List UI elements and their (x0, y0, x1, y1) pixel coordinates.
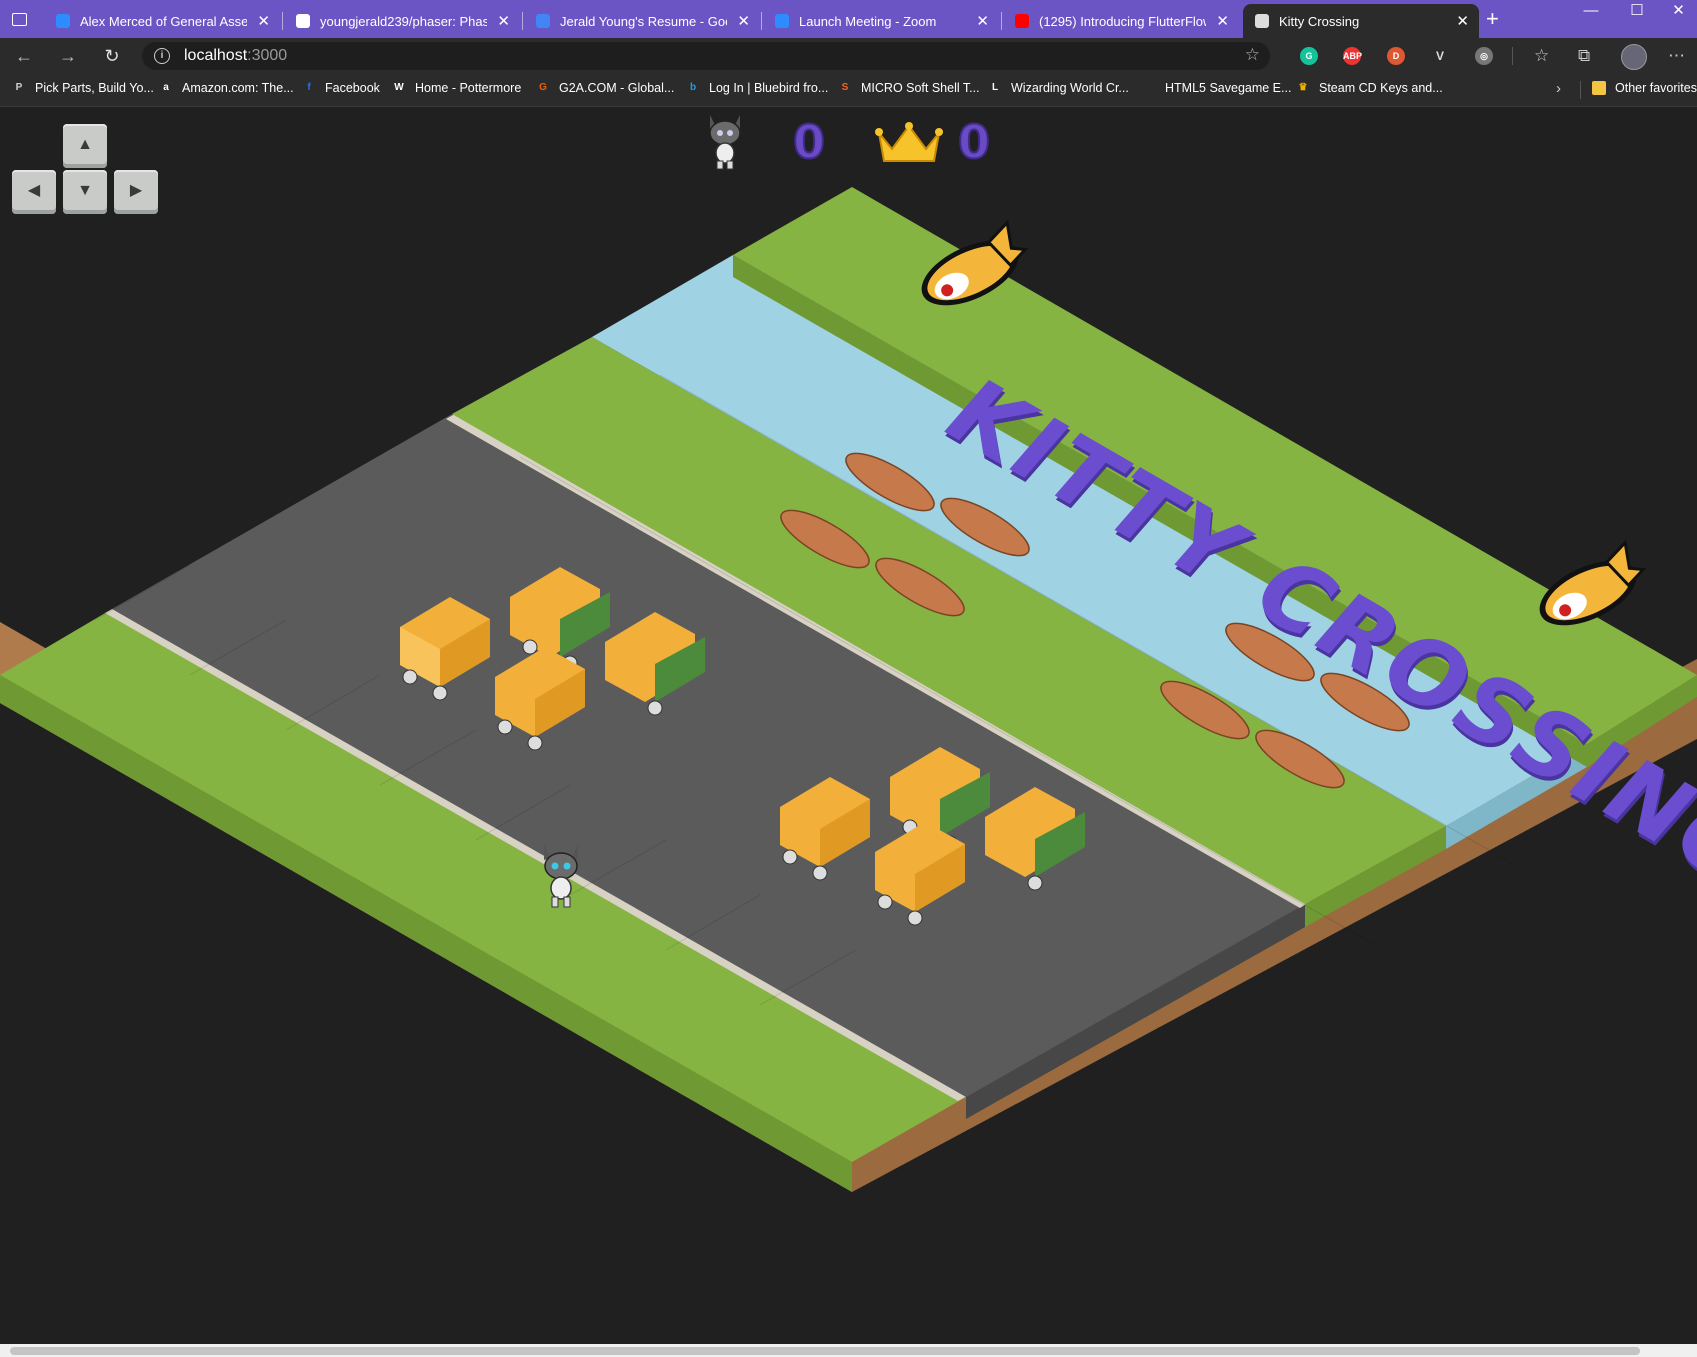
close-tab-icon[interactable]: ✕ (1456, 12, 1469, 30)
close-tab-icon[interactable]: ✕ (257, 12, 270, 30)
bluebird-icon: b (689, 82, 697, 93)
bookmark-label: Facebook (325, 81, 380, 95)
forward-button[interactable]: → (54, 44, 82, 68)
url-port: :3000 (247, 47, 288, 64)
profile-avatar[interactable] (1621, 44, 1647, 70)
bookmark-item[interactable]: P Pick Parts, Build Yo... (12, 81, 154, 95)
crown-icon: ♛ (1298, 82, 1308, 93)
bookmark-item[interactable]: G G2A.COM - Global... (536, 81, 674, 95)
micro-icon: S (841, 82, 849, 93)
tab-actions-menu-icon[interactable] (12, 13, 27, 26)
close-tab-icon[interactable]: ✕ (497, 12, 510, 30)
tab-zoom[interactable]: Launch Meeting - Zoom ✕ (763, 4, 999, 38)
bookmarks-bar: P Pick Parts, Build Yo... a Amazon.com: The… (0, 74, 1697, 107)
bookmark-label: Pick Parts, Build Yo... (35, 81, 154, 95)
tab-zoom[interactable]: Alex Merced of General Assembl ✕ (44, 4, 280, 38)
url-text[interactable]: localhost:3000 (184, 47, 287, 65)
github-icon (296, 14, 310, 28)
refresh-button[interactable]: ↻ (98, 44, 126, 68)
tab-separator (1001, 12, 1002, 30)
bookmark-item[interactable]: a Amazon.com: The... (159, 81, 294, 95)
bookmark-label: G2A.COM - Global... (559, 81, 675, 95)
grammarly-extension-icon[interactable]: G (1300, 47, 1318, 65)
tab-youtube[interactable]: (1295) Introducing FlutterFlow - ✕ (1003, 4, 1239, 38)
bookmark-item[interactable]: HTML5 Savegame E... (1142, 81, 1291, 95)
settings-menu-icon[interactable]: ⋯ (1668, 46, 1685, 66)
bookmark-item[interactable]: L Wizarding World Cr... (988, 81, 1129, 95)
tab-title: youngjerald239/phaser: Phaser i (320, 13, 488, 29)
address-bar: ← → ↻ i localhost:3000 ☆ G ABP D V ◎ ☆ ⧉… (0, 38, 1697, 74)
toolbar-divider (1512, 47, 1513, 65)
tab-google-docs[interactable]: Jerald Young's Resume - Google ✕ (524, 4, 760, 38)
url-host: localhost (184, 47, 248, 64)
bookmark-item[interactable]: f Facebook (302, 81, 380, 95)
zoom-icon (56, 14, 70, 28)
close-tab-icon[interactable]: ✕ (976, 12, 989, 30)
url-field[interactable]: i localhost:3000 ☆ (142, 42, 1270, 70)
bookmark-item[interactable]: S MICRO Soft Shell T... (838, 81, 980, 95)
favorites-icon[interactable]: ☆ (1534, 46, 1549, 66)
google-docs-icon (536, 14, 550, 28)
site-info-icon[interactable]: i (154, 48, 170, 64)
bookmark-item[interactable]: b Log In | Bluebird fro... (686, 81, 828, 95)
tab-separator (761, 12, 762, 30)
bookmark-label: Amazon.com: The... (182, 81, 294, 95)
bookmarks-overflow-chevron-icon[interactable]: › (1556, 80, 1561, 97)
minimize-button[interactable]: — (1568, 0, 1614, 24)
tab-title: Jerald Young's Resume - Google (560, 13, 727, 29)
bookmark-label: MICRO Soft Shell T... (861, 81, 980, 95)
game-page: ▲ ◀ ▼ ▶ 0 0 KITTY CROSSING (0, 107, 1697, 1344)
add-favorite-icon[interactable]: ☆ (1245, 45, 1260, 65)
collections-icon[interactable]: ⧉ (1578, 46, 1590, 66)
pottermore-icon: W (394, 82, 404, 93)
close-tab-icon[interactable]: ✕ (737, 12, 750, 30)
kitty-icon (1255, 14, 1269, 28)
bookmark-label: Steam CD Keys and... (1319, 81, 1443, 95)
bookmark-label: Home - Pottermore (415, 81, 522, 95)
bookmarks-divider (1580, 81, 1581, 99)
tab-github[interactable]: youngjerald239/phaser: Phaser i ✕ (284, 4, 520, 38)
facebook-icon: f (307, 82, 311, 93)
wizarding-world-icon: L (991, 82, 999, 93)
youtube-icon (1015, 14, 1029, 28)
tab-separator (522, 12, 523, 30)
horizontal-scrollbar[interactable] (0, 1344, 1697, 1357)
bookmark-item[interactable]: ♛ Steam CD Keys and... (1296, 81, 1443, 95)
maximize-button[interactable]: ☐ (1614, 0, 1660, 24)
tab-separator (282, 12, 283, 30)
file-icon (1142, 81, 1156, 95)
zoom-icon (775, 14, 789, 28)
back-button[interactable]: ← (10, 44, 38, 68)
g2a-icon: G (539, 82, 547, 93)
other-favorites-folder[interactable]: Other favorites (1592, 81, 1697, 95)
folder-icon (1592, 81, 1606, 95)
tab-bar: Alex Merced of General Assembl✕youngjera… (0, 0, 1697, 38)
close-tab-icon[interactable]: ✕ (1216, 12, 1229, 30)
amazon-icon: a (163, 82, 169, 93)
vpn-extension-icon[interactable]: V (1431, 47, 1449, 65)
bookmark-label: Wizarding World Cr... (1011, 81, 1129, 95)
pcpartpicker-icon: P (15, 82, 23, 93)
tab-title: Kitty Crossing (1279, 13, 1360, 29)
duckduckgo-extension-icon[interactable]: D (1387, 47, 1405, 65)
new-tab-button[interactable]: + (1486, 6, 1499, 32)
close-window-button[interactable]: ✕ (1660, 0, 1697, 24)
other-favorites-label: Other favorites (1615, 81, 1697, 95)
tab-title: (1295) Introducing FlutterFlow - (1039, 13, 1207, 29)
tab-kitty[interactable]: Kitty Crossing ✕ (1243, 4, 1479, 38)
horizontal-scrollbar-thumb[interactable] (10, 1347, 1640, 1355)
globe-extension-icon[interactable]: ◎ (1475, 47, 1493, 65)
bookmark-label: Log In | Bluebird fro... (709, 81, 829, 95)
adblock-plus-extension-icon[interactable]: ABP (1343, 47, 1362, 65)
tab-title: Alex Merced of General Assembl (80, 13, 248, 29)
bookmark-label: HTML5 Savegame E... (1165, 81, 1292, 95)
tab-title: Launch Meeting - Zoom (799, 13, 937, 29)
bookmark-item[interactable]: W Home - Pottermore (392, 81, 521, 95)
